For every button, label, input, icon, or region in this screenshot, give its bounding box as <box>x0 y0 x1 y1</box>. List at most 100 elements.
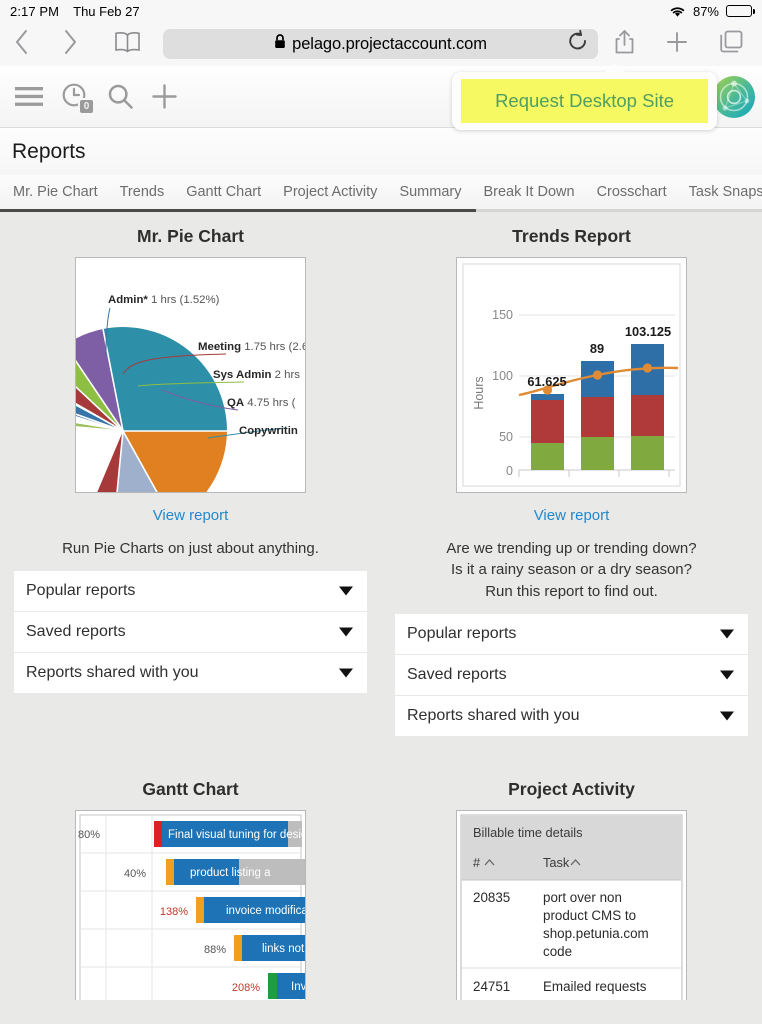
report-tab-2[interactable]: Gantt Chart <box>175 184 272 200</box>
svg-text:61.625: 61.625 <box>527 374 566 389</box>
svg-text:100: 100 <box>492 369 513 383</box>
svg-text:138%: 138% <box>160 906 188 918</box>
pie-card-selects: Popular reports Saved reports Reports shar… <box>10 571 371 693</box>
chevron-down-icon <box>339 628 353 637</box>
trends-select-1[interactable]: Saved reports <box>395 655 748 695</box>
report-tab-5[interactable]: Break It Down <box>472 184 585 200</box>
trends-card-selects: Popular reports Saved reports Reports shar… <box>391 614 752 736</box>
timer-badge-count: 0 <box>78 98 95 115</box>
request-desktop-site-label[interactable]: Request Desktop Site <box>461 79 708 123</box>
book-icon[interactable] <box>114 31 141 58</box>
tabs-overview-icon[interactable] <box>719 29 744 59</box>
svg-text:Invoic: Invoic <box>291 981 305 993</box>
svg-text:150: 150 <box>492 308 513 322</box>
svg-text:89: 89 <box>590 341 604 356</box>
ios-status-bar: 2:17 PM Thu Feb 27 87% <box>0 0 762 22</box>
safari-toolbar: pelago.projectaccount.com <box>0 22 762 66</box>
report-tab-3[interactable]: Project Activity <box>272 184 388 200</box>
page-title: Reports <box>12 140 86 164</box>
svg-text:QA 4.75 hrs (: QA 4.75 hrs ( <box>227 397 296 409</box>
reports-content: Mr. Pie Chart <box>0 212 762 1024</box>
trends-card-title: Trends Report <box>391 226 752 247</box>
chevron-down-icon <box>339 587 353 596</box>
pie-select-1[interactable]: Saved reports <box>14 612 367 652</box>
pelago-logo-icon[interactable] <box>712 75 756 119</box>
safari-right-actions <box>614 29 744 60</box>
trends-chart-thumbnail[interactable]: 150 100 50 0 Hours <box>456 257 687 493</box>
trends-select-label: Saved reports <box>407 666 507 684</box>
back-icon[interactable] <box>14 29 29 60</box>
trends-blurb-line: Run this report to find out. <box>397 581 746 602</box>
add-plus-icon[interactable] <box>151 83 178 110</box>
svg-text:shop.petunia.com: shop.petunia.com <box>543 926 649 941</box>
svg-text:103.125: 103.125 <box>625 324 671 339</box>
report-tabs[interactable]: Mr. Pie ChartTrendsGantt ChartProject Ac… <box>0 175 762 209</box>
app-header: 0 Request Desktop Site <box>0 66 762 128</box>
pie-select-label: Saved reports <box>26 623 126 641</box>
search-icon[interactable] <box>107 83 134 110</box>
trends-view-report-link[interactable]: View report <box>391 507 752 524</box>
status-time: 2:17 PM <box>10 4 59 19</box>
request-desktop-site-tooltip[interactable]: Request Desktop Site <box>452 72 717 130</box>
svg-text:Emailed requests: Emailed requests <box>543 979 647 994</box>
svg-text:Meeting 1.75 hrs (2.6: Meeting 1.75 hrs (2.6 <box>198 341 305 353</box>
report-tab-4[interactable]: Summary <box>388 184 472 200</box>
share-icon[interactable] <box>614 29 635 60</box>
svg-text:40%: 40% <box>124 868 146 880</box>
svg-text:product listing a: product listing a <box>190 867 271 879</box>
svg-text:0: 0 <box>506 464 513 478</box>
svg-text:code: code <box>543 944 572 959</box>
pie-view-report-link[interactable]: View report <box>10 507 371 524</box>
svg-text:Billable time details: Billable time details <box>473 825 583 840</box>
pie-select-0[interactable]: Popular reports <box>14 571 367 611</box>
report-card-gantt: Gantt Chart 8 <box>0 779 381 1000</box>
trends-select-0[interactable]: Popular reports <box>395 614 748 654</box>
report-tabs-bar: Mr. Pie ChartTrendsGantt ChartProject Ac… <box>0 175 762 212</box>
svg-text:Task: Task <box>543 855 570 870</box>
svg-text:88%: 88% <box>204 944 226 956</box>
app-header-icons: 0 <box>14 82 178 111</box>
svg-text:24751: 24751 <box>473 979 510 994</box>
svg-text:Hours: Hours <box>472 376 486 409</box>
page-title-bar: Reports <box>0 128 762 175</box>
trends-select-label: Reports shared with you <box>407 707 580 725</box>
tooltip-arrow <box>604 63 626 73</box>
svg-text:Copywritin: Copywritin <box>239 425 298 437</box>
address-bar[interactable]: pelago.projectaccount.com <box>163 29 598 59</box>
ipad-safari-screen: 2:17 PM Thu Feb 27 87% <box>0 0 762 1024</box>
reload-icon[interactable] <box>567 30 589 59</box>
pie-chart-thumbnail[interactable]: Admin* 1 hrs (1.52%) Meeting 1.75 hrs (2… <box>75 257 306 493</box>
report-tab-0[interactable]: Mr. Pie Chart <box>2 184 109 200</box>
svg-text:Sys Admin 2 hrs: Sys Admin 2 hrs <box>213 369 300 381</box>
activity-card-title: Project Activity <box>391 779 752 800</box>
svg-text:Admin* 1 hrs (1.52%): Admin* 1 hrs (1.52%) <box>108 294 220 306</box>
svg-text:Final visual tuning for design: Final visual tuning for design cc <box>168 829 305 841</box>
trends-select-2[interactable]: Reports shared with you <box>395 696 748 736</box>
svg-text:50: 50 <box>499 430 513 444</box>
battery-percent: 87% <box>693 4 719 19</box>
report-tab-7[interactable]: Task Snapshot <box>678 184 762 200</box>
hamburger-menu-icon[interactable] <box>14 85 44 108</box>
timer-clock-icon[interactable]: 0 <box>61 82 90 111</box>
trends-blurb-line: Are we trending up or trending down? <box>397 538 746 559</box>
new-tab-plus-icon[interactable] <box>665 30 689 59</box>
wifi-icon <box>669 5 686 18</box>
svg-text:20835: 20835 <box>473 890 510 905</box>
trends-blurb-line: Is it a rainy season or a dry season? <box>397 559 746 580</box>
trends-card-blurb: Are we trending up or trending down? Is … <box>391 538 752 602</box>
battery-icon <box>726 5 752 17</box>
svg-text:port over non: port over non <box>543 890 622 905</box>
gantt-chart-thumbnail[interactable]: 80% Final visual tuning for design cc 40… <box>75 810 306 1000</box>
pie-card-title: Mr. Pie Chart <box>10 226 371 247</box>
report-tab-1[interactable]: Trends <box>109 184 176 200</box>
url-text: pelago.projectaccount.com <box>292 35 487 54</box>
report-tab-6[interactable]: Crosschart <box>586 184 678 200</box>
svg-text:208%: 208% <box>232 982 260 994</box>
report-card-activity: Project Activity Billable time details #… <box>381 779 762 1000</box>
chevron-down-icon <box>720 670 734 679</box>
activity-table-thumbnail[interactable]: Billable time details # Task 20835 port … <box>456 810 687 1000</box>
status-right-group: 87% <box>669 4 752 19</box>
pie-select-label: Popular reports <box>26 582 135 600</box>
forward-icon[interactable] <box>63 29 78 60</box>
pie-select-2[interactable]: Reports shared with you <box>14 653 367 693</box>
